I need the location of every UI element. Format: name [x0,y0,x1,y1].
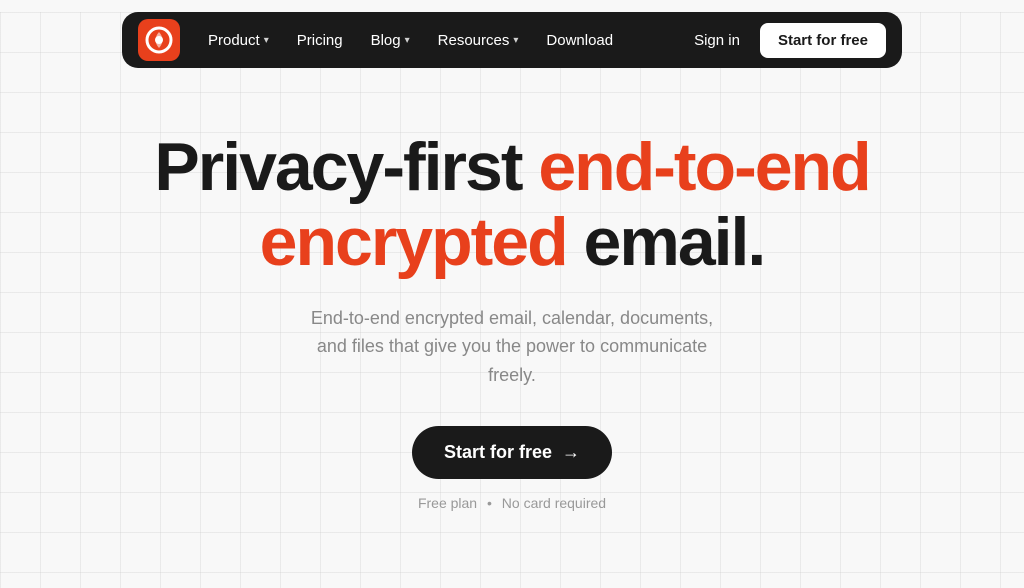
nav-item-resources[interactable]: Resources ▾ [426,24,531,57]
nav-item-download[interactable]: Download [534,24,625,57]
nav-item-pricing[interactable]: Pricing [285,24,355,57]
hero-note-part2: No card required [502,495,606,511]
hero-heading-accent-1: end-to-end [538,129,869,205]
nav-actions: Sign in Start for free [682,23,886,58]
dot-separator: • [487,495,492,511]
hero-subtext: End-to-end encrypted email, calendar, do… [302,304,722,390]
hero-heading-accent-2: encrypted [260,204,567,280]
hero-note: Free plan • No card required [418,495,606,511]
arrow-icon: → [562,442,580,463]
hero-cta-button[interactable]: Start for free → [412,426,612,479]
hero-note-part1: Free plan [418,495,477,511]
nav-item-blog[interactable]: Blog ▾ [359,24,422,57]
chevron-down-icon: ▾ [405,35,410,46]
hero-cta-label: Start for free [444,442,552,463]
navbar: Product ▾ Pricing Blog ▾ Resources ▾ Dow… [122,12,902,68]
chevron-down-icon: ▾ [264,35,269,46]
nav-item-product[interactable]: Product ▾ [196,24,281,57]
sign-in-button[interactable]: Sign in [682,24,752,57]
logo[interactable] [138,19,180,61]
hero-heading-black-1: Privacy-first [154,129,538,205]
hero-heading: Privacy-first end-to-end encrypted email… [154,130,869,280]
hero-section: Privacy-first end-to-end encrypted email… [0,80,1024,511]
nav-items: Product ▾ Pricing Blog ▾ Resources ▾ Dow… [196,24,682,57]
logo-icon [138,19,180,61]
start-for-free-button[interactable]: Start for free [760,23,886,58]
hero-heading-black-2: email. [567,204,765,280]
chevron-down-icon: ▾ [513,35,518,46]
